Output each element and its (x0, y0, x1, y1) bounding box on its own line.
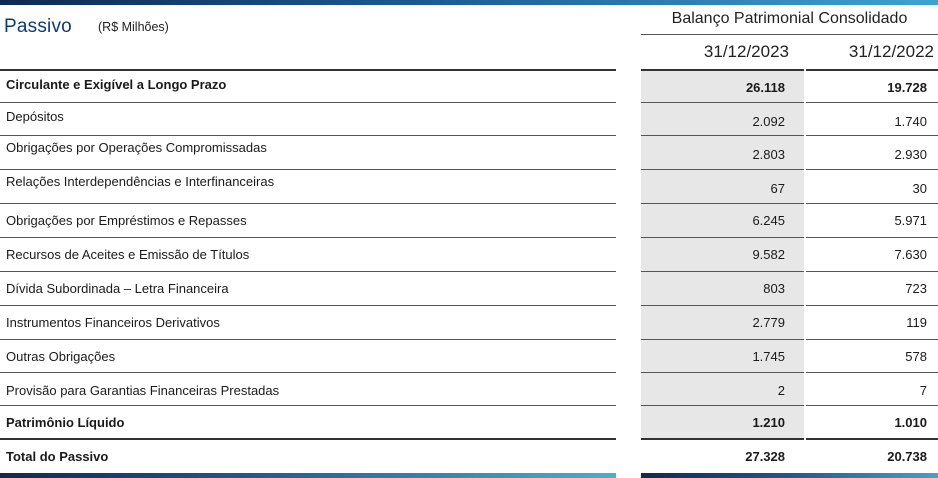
row-divider (806, 69, 938, 71)
row-divider (0, 135, 616, 136)
value-2022: 19.728 (887, 80, 927, 95)
row-divider (806, 237, 938, 238)
row-divider (806, 339, 938, 340)
value-2022: 119 (906, 315, 927, 330)
value-2022: 20.738 (887, 449, 927, 464)
value-2023: 6.245 (752, 213, 785, 228)
row-divider (806, 438, 938, 440)
row-divider (806, 203, 938, 204)
value-2023: 67 (770, 181, 785, 196)
row-label: Total do Passivo (6, 449, 109, 464)
row-divider (0, 372, 616, 373)
group-header-divider (641, 34, 938, 35)
value-2022: 7 (919, 383, 927, 398)
row-divider (806, 271, 938, 272)
row-label: Circulante e Exigível a Longo Prazo (6, 77, 227, 92)
row-divider (806, 405, 938, 406)
value-2023: 2 (777, 383, 785, 398)
bottom-accent-bar-left (0, 473, 616, 478)
unit-subtitle: (R$ Milhões) (98, 20, 169, 34)
row-divider (641, 305, 804, 306)
column-header-2022: 31/12/2022 (848, 42, 934, 61)
row-divider (0, 237, 616, 238)
row-divider (0, 69, 616, 71)
value-2022: 2.930 (894, 147, 927, 162)
row-label: Obrigações por Empréstimos e Repasses (6, 213, 247, 228)
row-divider (641, 372, 804, 373)
row-label: Depósitos (6, 109, 64, 124)
row-divider (0, 271, 616, 272)
row-divider (806, 102, 938, 103)
value-2023: 2.779 (752, 315, 785, 330)
row-divider (641, 169, 804, 170)
row-label: Relações Interdependências e Interfinanc… (6, 174, 275, 189)
value-2022: 30 (912, 181, 927, 196)
row-label: Provisão para Garantias Financeiras Pres… (6, 383, 280, 398)
value-2023: 26.118 (745, 80, 785, 95)
row-divider (641, 438, 804, 440)
value-2022: 5.971 (894, 213, 927, 228)
row-divider (641, 271, 804, 272)
row-divider (641, 102, 804, 103)
row-divider (806, 305, 938, 306)
value-2023: 1.745 (752, 349, 785, 364)
row-divider (806, 372, 938, 373)
row-divider (641, 405, 804, 406)
value-2023: 2.092 (752, 114, 785, 129)
row-label: Instrumentos Financeiros Derivativos (6, 315, 220, 330)
balance-sheet-group-header: Balanço Patrimonial Consolidado (671, 10, 908, 27)
row-divider (806, 135, 938, 136)
row-label: Dívida Subordinada – Letra Financeira (6, 281, 229, 296)
row-divider (0, 102, 616, 103)
row-divider (0, 405, 616, 406)
value-2022: 578 (905, 349, 927, 364)
row-divider (0, 203, 616, 204)
value-2023: 1.210 (752, 415, 785, 430)
row-divider (0, 339, 616, 340)
row-label: Outras Obrigações (6, 349, 116, 364)
row-label: Obrigações por Operações Compromissadas (6, 140, 267, 155)
value-2022: 723 (905, 281, 927, 296)
column-header-2023: 31/12/2023 (703, 42, 789, 61)
value-2023: 27.328 (745, 449, 785, 464)
row-divider (641, 237, 804, 238)
value-2023: 2.803 (752, 147, 785, 162)
row-divider (641, 203, 804, 204)
value-2023: 9.582 (752, 247, 785, 262)
row-divider (806, 169, 938, 170)
row-divider (0, 169, 616, 170)
row-divider (0, 438, 616, 440)
row-label: Patrimônio Líquido (6, 415, 125, 430)
row-divider (0, 305, 616, 306)
row-divider (641, 339, 804, 340)
value-2022: 7.630 (894, 247, 927, 262)
bottom-accent-bar-right (641, 473, 938, 478)
row-label: Recursos de Aceites e Emissão de Títulos (6, 247, 250, 262)
value-2023: 803 (763, 281, 785, 296)
value-2022: 1.010 (894, 415, 927, 430)
row-divider (641, 69, 804, 71)
value-2022: 1.740 (894, 114, 927, 129)
row-divider (641, 135, 804, 136)
page-title: Passivo (4, 16, 72, 37)
top-accent-bar (0, 0, 938, 5)
